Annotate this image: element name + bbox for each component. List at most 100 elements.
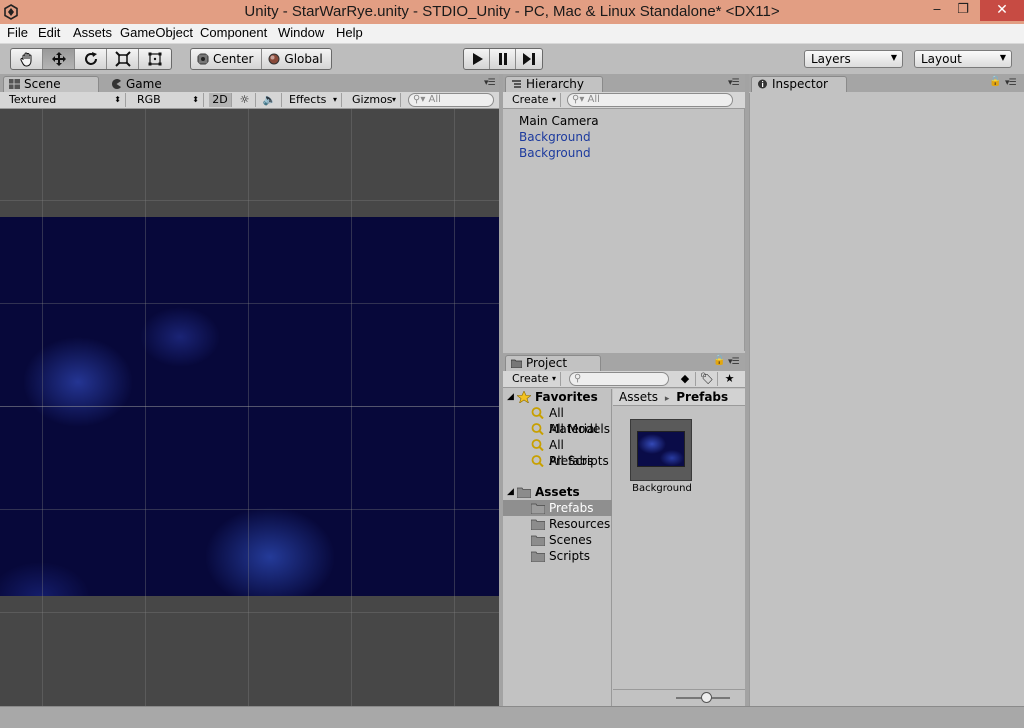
panel-menu-icon[interactable]: ▾☰ (484, 78, 496, 88)
assets-header[interactable]: ◢ Assets (503, 484, 612, 500)
rect-transform-icon (148, 52, 162, 66)
step-button[interactable] (516, 49, 542, 69)
hierarchy-item-background[interactable]: Background (519, 146, 591, 160)
tab-game[interactable]: Game (105, 76, 185, 92)
rotate-tool-button[interactable] (75, 49, 107, 69)
audio-toggle[interactable]: 🔈 (258, 93, 282, 107)
grid-line (351, 109, 352, 706)
dropdown-arrow-icon: ▼ (890, 53, 897, 62)
gizmos-label: Gizmos (352, 93, 393, 106)
hierarchy-item-background[interactable]: Background (519, 130, 591, 144)
lock-icon[interactable]: 🔒 (713, 355, 725, 366)
menu-window[interactable]: Window (278, 25, 324, 40)
scene-viewport[interactable] (0, 109, 499, 706)
favorite-item[interactable]: All Scripts (503, 453, 612, 469)
scene-toolbar: Textured ⬍ RGB ⬍ 2D ☼ 🔈 Effects ▾ Gizmos… (0, 92, 499, 109)
scale-tool-button[interactable] (107, 49, 139, 69)
tab-scene[interactable]: Scene (3, 76, 99, 92)
fold-arrow-icon: ◢ (507, 487, 514, 497)
menu-gameobject[interactable]: GameObject (120, 25, 193, 40)
pivot-center-label: Center (213, 52, 254, 66)
folder-item-label: Scenes (549, 533, 592, 547)
hierarchy-list: Main Camera Background Background (503, 109, 745, 351)
list-icon (512, 80, 521, 88)
tab-project[interactable]: Project (505, 355, 601, 371)
lock-icon[interactable]: 🔒 (989, 76, 1001, 87)
dropdown-arrow-icon: ▾ (391, 95, 396, 104)
folder-icon (531, 503, 545, 514)
folder-item-scripts[interactable]: Scripts (503, 548, 612, 564)
maximize-button[interactable]: ❐ (952, 0, 974, 21)
menu-edit[interactable]: Edit (38, 25, 60, 40)
tab-hierarchy[interactable]: Hierarchy (505, 76, 603, 92)
panel-menu-icon[interactable]: ▾☰ (1005, 78, 1017, 88)
panel-menu-icon[interactable]: ▾☰ (728, 78, 740, 88)
favorite-item[interactable]: All Models (503, 421, 612, 437)
scene-search-input[interactable]: ⚲▾ All (408, 93, 494, 107)
search-icon (531, 455, 544, 467)
menu-component[interactable]: Component (200, 25, 267, 40)
folder-item-prefabs[interactable]: Prefabs (503, 500, 612, 516)
save-search-button[interactable]: ★ (719, 372, 740, 386)
tag-icon: 🏷 (700, 372, 714, 385)
breadcrumb: Assets ▸ Prefabs (613, 389, 745, 406)
title-bar: Unity - StarWarRye.unity - STDIO_Unity -… (0, 0, 1024, 24)
speaker-icon: 🔈 (262, 93, 277, 106)
filter-by-type-button[interactable]: ◆ (675, 372, 696, 386)
hierarchy-tabbar: Hierarchy ▾☰ (503, 74, 745, 92)
menu-bar: File Edit Assets GameObject Component Wi… (0, 24, 1024, 44)
panel-menu-icon[interactable]: ▾☰ (728, 357, 740, 367)
favorites-label: Favorites (535, 390, 598, 404)
pivot-center-button[interactable]: Center (191, 49, 263, 69)
search-icon (531, 423, 544, 435)
assets-label: Assets (535, 485, 580, 499)
mode-2d-toggle[interactable]: 2D (209, 93, 232, 107)
grid-line (248, 109, 249, 706)
playback-controls (463, 48, 543, 70)
close-button[interactable]: ✕ (980, 0, 1024, 21)
updown-arrow-icon: ⬍ (192, 95, 199, 104)
hierarchy-create-dropdown[interactable]: Create ▾ (507, 93, 561, 107)
favorite-item[interactable]: All Prefabs (503, 437, 612, 468)
asset-thumbnail[interactable] (630, 419, 692, 481)
status-bar (0, 706, 1024, 728)
favorites-header[interactable]: ◢ Favorites (503, 389, 612, 405)
minimize-button[interactable]: ‒ (926, 0, 948, 21)
play-button[interactable] (464, 49, 490, 69)
effects-dropdown[interactable]: Effects ▾ (284, 93, 342, 107)
layout-dropdown[interactable]: Layout ▼ (914, 50, 1012, 68)
updown-arrow-icon: ⬍ (114, 95, 121, 104)
layers-dropdown[interactable]: Layers ▼ (804, 50, 903, 68)
favorite-item[interactable]: All Material (503, 405, 612, 436)
fold-arrow-icon: ◢ (507, 392, 514, 402)
project-search-input[interactable]: ⚲ (569, 372, 669, 386)
background-preview-image (637, 431, 685, 467)
hand-tool-button[interactable] (11, 49, 43, 69)
folder-item-scenes[interactable]: Scenes (503, 532, 612, 548)
folder-item-label: Prefabs (549, 501, 594, 515)
shading-mode-dropdown[interactable]: Textured ⬍ (4, 93, 126, 107)
menu-file[interactable]: File (7, 25, 28, 40)
hierarchy-item-main-camera[interactable]: Main Camera (519, 114, 599, 128)
breadcrumb-root[interactable]: Assets (619, 390, 658, 404)
move-tool-button[interactable] (43, 49, 75, 69)
rect-tool-button[interactable] (139, 49, 171, 69)
render-mode-dropdown[interactable]: RGB ⬍ (132, 93, 204, 107)
slider-handle[interactable] (701, 692, 712, 703)
pause-button[interactable] (490, 49, 516, 69)
folder-icon (531, 551, 545, 562)
grid-line (42, 109, 43, 706)
pivot-global-button[interactable]: Global (262, 49, 330, 69)
project-folder-tree: ◢ Favorites All Material All Models All … (503, 389, 612, 706)
project-create-dropdown[interactable]: Create ▾ (507, 372, 561, 386)
tab-inspector[interactable]: Inspector (751, 76, 847, 92)
asset-label: Background (632, 483, 692, 494)
folder-item-resources[interactable]: Resources (503, 516, 612, 532)
gizmos-dropdown[interactable]: Gizmos ▾ (347, 93, 401, 107)
pause-icon (498, 53, 507, 65)
menu-assets[interactable]: Assets (73, 25, 112, 40)
menu-help[interactable]: Help (336, 25, 363, 40)
hierarchy-search-input[interactable]: ⚲▾ All (567, 93, 733, 107)
filter-by-label-button[interactable]: 🏷 (697, 372, 718, 386)
lighting-toggle[interactable]: ☼ (234, 93, 256, 107)
